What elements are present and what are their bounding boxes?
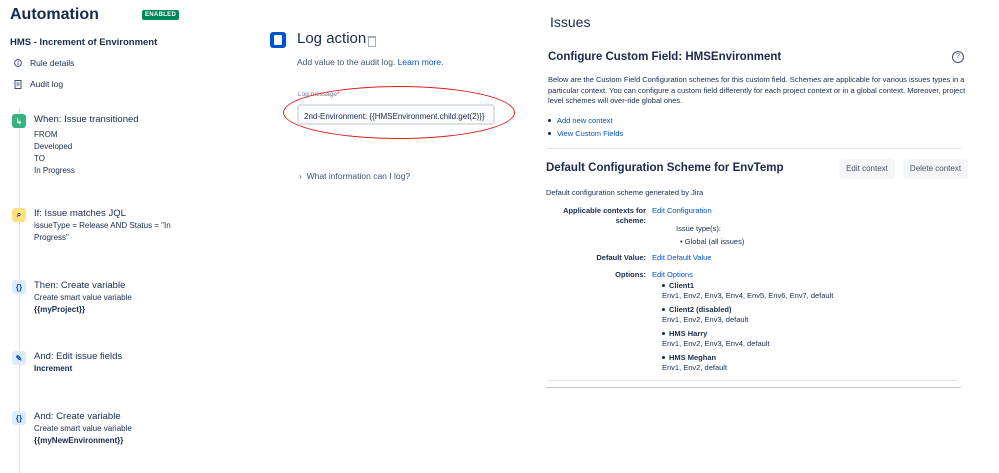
bullet-icon: [662, 332, 665, 335]
option-name: Client1: [669, 281, 695, 290]
options-label: Options:: [615, 270, 646, 279]
step-line: Developed: [34, 142, 73, 151]
issue-types-value: Global (all issues): [684, 237, 745, 246]
nav-audit-log[interactable]: Audit log: [14, 79, 63, 89]
what-info-label: What information can I log?: [306, 171, 411, 181]
edit-configuration-link[interactable]: Edit Configuration: [652, 206, 712, 215]
bullet-icon: [548, 132, 551, 135]
issue-types-value-row: • Global (all issues): [680, 237, 744, 246]
edit-default-value-link[interactable]: Edit Default Value: [652, 253, 711, 262]
view-fields-item[interactable]: View Custom Fields: [548, 129, 623, 138]
step-condition[interactable]: ⌕ If: Issue matches JQL issueType = Rele…: [12, 208, 171, 244]
step-line: TO: [34, 154, 45, 163]
nav-label: Audit log: [30, 79, 64, 89]
chevron-right-icon: ›: [299, 171, 302, 181]
edit-context-button[interactable]: Edit context: [839, 159, 895, 179]
enabled-badge[interactable]: ENABLED: [142, 10, 180, 20]
info-icon: [14, 59, 22, 67]
rule-sidebar: Automation ENABLED HMS - Increment of En…: [0, 0, 200, 473]
step-line: In Progress: [34, 166, 75, 175]
option-values: Env1, Env2, Env3, Env4, default: [662, 339, 770, 348]
option-item: HMS Meghan Env1, Env2, default: [662, 353, 727, 372]
step-line: FROM: [34, 130, 58, 139]
default-value-label: Default Value:: [596, 253, 646, 262]
option-values: Env1, Env2, Env3, default: [662, 315, 749, 324]
add-context-item[interactable]: Add new context: [548, 116, 612, 125]
what-info-expander[interactable]: › What information can I log?: [299, 171, 410, 181]
red-annotation-circle: [283, 86, 515, 139]
step-line: {{myNewEnvironment}}: [34, 436, 124, 445]
step-heading: If: Issue matches JQL: [34, 208, 126, 219]
log-action-title: Log action: [297, 30, 367, 47]
option-name: Client2 (disabled): [669, 305, 732, 314]
config-description: Below are the Custom Field Configuration…: [548, 75, 966, 105]
subtitle-text: Add value to the audit log.: [297, 57, 396, 67]
option-item: HMS Harry Env1, Env2, Env3, Env4, defaul…: [662, 329, 770, 348]
option-item: Client2 (disabled) Env1, Env2, Env3, def…: [662, 305, 748, 324]
step-create-variable-2[interactable]: {} And: Create variable Create smart val…: [12, 411, 132, 447]
log-action-icon: [270, 32, 286, 48]
delete-context-button[interactable]: Delete context: [903, 159, 968, 179]
page-title: Automation: [10, 6, 99, 23]
step-line: issueType = Release AND Status = "In: [34, 221, 171, 230]
step-heading: When: Issue transitioned: [34, 114, 139, 125]
divider: [546, 387, 961, 388]
trigger-icon: ↳: [12, 114, 26, 128]
bullet-icon: [662, 284, 665, 287]
help-icon[interactable]: ?: [952, 51, 964, 63]
learn-more-link[interactable]: Learn more.: [398, 57, 444, 67]
issues-heading: Issues: [550, 14, 591, 30]
scheme-generated-note: Default configuration scheme generated b…: [546, 188, 704, 197]
search-icon: ⌕: [12, 208, 26, 222]
applicable-label: Applicable contexts for scheme:: [563, 206, 646, 225]
step-heading: Then: Create variable: [34, 280, 126, 291]
pencil-icon: ✎: [12, 351, 26, 365]
option-name: HMS Harry: [669, 329, 708, 338]
step-line: Create smart value variable: [34, 424, 132, 433]
config-title: Configure Custom Field: HMSEnvironment: [548, 51, 782, 63]
option-name: HMS Meghan: [669, 353, 717, 362]
braces-icon: {}: [12, 411, 26, 425]
edit-options-link[interactable]: Edit Options: [652, 270, 693, 279]
nav-label: Rule details: [30, 58, 75, 68]
bullet-icon: [662, 356, 665, 359]
divider: [546, 148, 961, 149]
scheme-title: Default Configuration Scheme for EnvTemp: [546, 162, 784, 174]
trash-icon[interactable]: [368, 36, 376, 47]
step-heading: And: Edit issue fields: [34, 351, 123, 362]
step-create-variable-1[interactable]: {} Then: Create variable Create smart va…: [12, 280, 132, 316]
step-line: {{myProject}}: [34, 305, 86, 314]
view-custom-fields-link[interactable]: View Custom Fields: [557, 129, 623, 138]
step-trigger[interactable]: ↳ When: Issue transitioned FROM Develope…: [12, 114, 139, 177]
bullet-icon: [548, 119, 551, 122]
issue-types-label: Issue type(s):: [676, 224, 722, 233]
document-icon: [14, 80, 22, 89]
step-edit-fields[interactable]: ✎ And: Edit issue fields Increment: [12, 351, 122, 375]
option-values: Env1, Env2, Env3, Env4, Env5, Env6, Env7…: [662, 291, 834, 300]
step-heading: And: Create variable: [34, 411, 121, 422]
add-new-context-link[interactable]: Add new context: [557, 116, 612, 125]
bullet-icon: [662, 308, 665, 311]
braces-icon: {}: [12, 280, 26, 294]
divider: [548, 380, 958, 381]
step-line: Create smart value variable: [34, 293, 132, 302]
step-line: Increment: [34, 364, 73, 373]
option-values: Env1, Env2, default: [662, 363, 728, 372]
rule-name: HMS - Increment of Environment: [10, 37, 158, 48]
step-line: Progress": [34, 233, 69, 242]
option-item: Client1 Env1, Env2, Env3, Env4, Env5, En…: [662, 281, 833, 300]
nav-rule-details[interactable]: Rule details: [14, 58, 74, 68]
log-action-subtitle: Add value to the audit log. Learn more.: [297, 57, 444, 67]
bullet-icon: •: [680, 237, 683, 246]
